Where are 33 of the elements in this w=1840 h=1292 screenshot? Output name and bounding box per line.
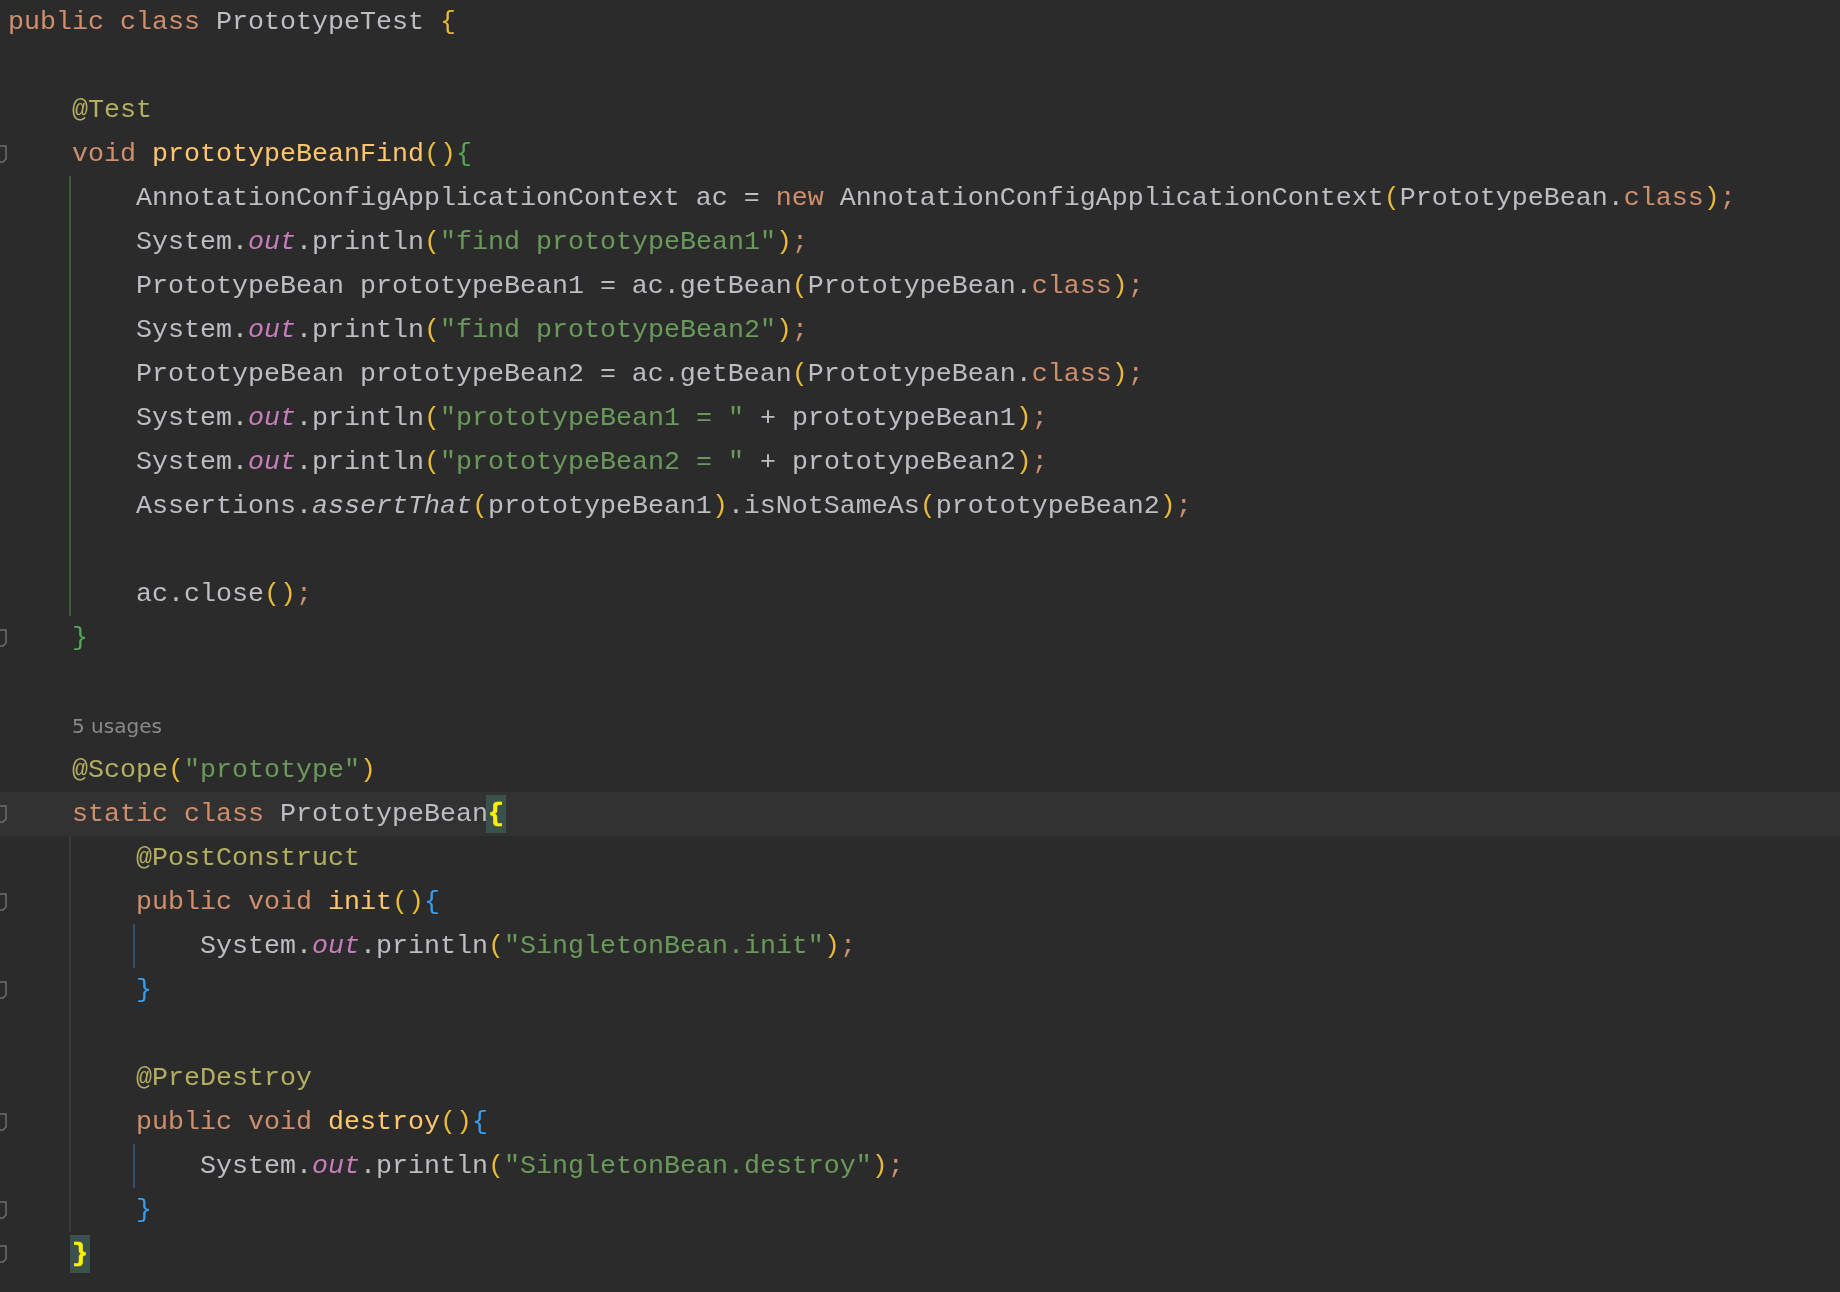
code-line: System.out.println("prototypeBean2 = " + prototypeBean2); (135, 446, 1048, 479)
code-line: public void init(){ (135, 886, 440, 919)
code-line: } (135, 974, 152, 1007)
code-line: @PreDestroy (135, 1062, 312, 1095)
code-line: PrototypeBean prototypeBean2 = ac.getBean(PrototypeBean.class); (135, 358, 1144, 391)
fold-marker-icon[interactable] (0, 145, 8, 163)
code-line: System.out.println("find prototypeBean1"); (135, 226, 808, 259)
code-line: System.out.println("SingletonBean.init"); (198, 930, 856, 963)
code-line: ac.close(); (135, 578, 312, 611)
code-line: System.out.println("prototypeBean1 = " + prototypeBean1); (135, 402, 1048, 435)
fold-marker-icon[interactable] (0, 893, 8, 911)
fold-marker-icon[interactable] (0, 1113, 8, 1131)
usages-hint[interactable]: 5 usages (72, 714, 162, 738)
fold-marker-icon[interactable] (0, 1245, 8, 1263)
code-line: @Test (71, 94, 152, 127)
code-line: PrototypeBean prototypeBean1 = ac.getBean(PrototypeBean.class); (135, 270, 1144, 303)
fold-marker-icon[interactable] (0, 629, 8, 647)
code-line: System.out.println("find prototypeBean2"); (135, 314, 808, 347)
code-line: } (135, 1194, 152, 1227)
code-line: static class PrototypeBean{ (8, 797, 504, 831)
fold-marker-icon[interactable] (0, 805, 8, 823)
code-line: void prototypeBeanFind(){ (71, 138, 472, 171)
code-line: @Scope("prototype") (71, 754, 376, 787)
code-line: } (71, 622, 88, 655)
code-line: public class PrototypeTest { (8, 6, 456, 39)
fold-marker-icon[interactable] (0, 1201, 8, 1219)
code-line: AnnotationConfigApplicationContext ac = new AnnotationConfigApplicationContext(PrototypeBean.class); (135, 182, 1736, 215)
code-line: public void destroy(){ (135, 1106, 488, 1139)
fold-marker-icon[interactable] (0, 981, 8, 999)
code-line: @PostConstruct (135, 842, 360, 875)
code-line: } (8, 1237, 88, 1271)
code-line: System.out.println("SingletonBean.destroy"); (198, 1150, 904, 1183)
code-line: Assertions.assertThat(prototypeBean1).isNotSameAs(prototypeBean2); (135, 490, 1192, 523)
